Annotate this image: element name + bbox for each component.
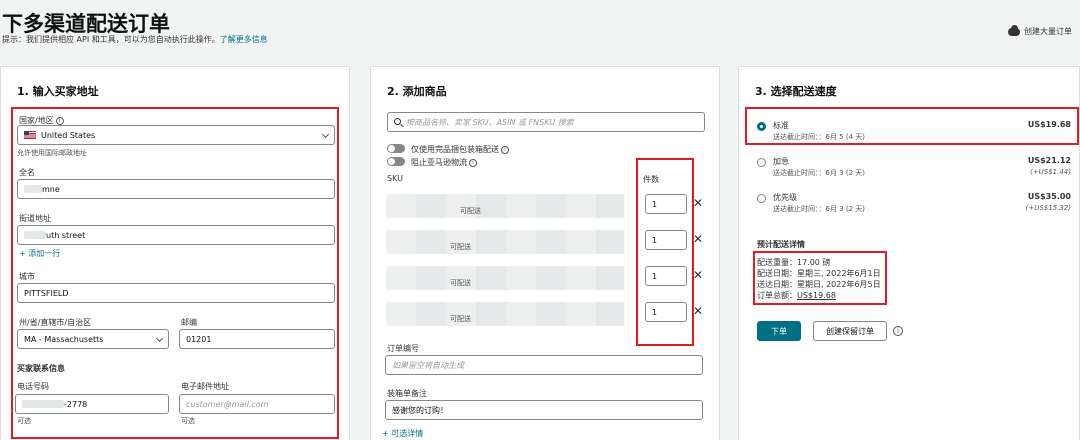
highlight-box-quantity (636, 158, 694, 346)
address-title: 1. 输入买家地址 (17, 85, 99, 98)
remove-icon[interactable]: ✕ (693, 196, 703, 210)
learn-more-link[interactable]: 了解更多信息 (220, 35, 268, 44)
shipping-title: 3. 选择配送速度 (755, 85, 837, 98)
sku-column-header: SKU (387, 174, 403, 183)
product-status: 可配送 (460, 207, 481, 215)
shipping-panel: 3. 选择配送速度 标准 送达截止时间：：6月 5 (4 天) US$19.68… (738, 66, 1080, 440)
shipping-option-expedited-radio[interactable] (757, 158, 766, 167)
create-hold-order-button[interactable]: 创建保留订单 (813, 321, 887, 341)
order-number-input[interactable]: 如果留空将自动生成 (385, 355, 703, 375)
packing-slip-note-input[interactable]: 感谢您的订购！ (385, 400, 703, 420)
toggle-complete-packaging-label: 仅使用完品捆包装箱配送 i (411, 144, 509, 155)
shipping-option-price: US$21.12 (1027, 156, 1071, 165)
add-optional-details-link[interactable]: + 可选详情 (382, 428, 423, 439)
search-icon (394, 118, 401, 125)
shipping-option-eta: 送达截止时间：：6月 3 (2 天) (773, 205, 865, 213)
product-search-input[interactable]: 按商品名称、卖家 SKU、ASIN 或 FNSKU 搜索 (387, 112, 705, 132)
toggle-block-amazon-logistics[interactable] (387, 157, 405, 166)
cloud-upload-icon (1008, 24, 1020, 36)
address-panel: 1. 输入买家地址 国家/地区 i United States 允许使用国际邮政地… (0, 66, 350, 440)
product-sku-redacted (386, 266, 624, 290)
order-number-label: 订单编号 (387, 344, 419, 353)
shipping-option-name: 加急 (773, 157, 789, 166)
highlight-box-standard-shipping (745, 107, 1079, 145)
products-title: 2. 添加商品 (387, 85, 447, 98)
product-status: 可配送 (450, 243, 471, 251)
info-icon: i (501, 145, 509, 154)
product-status: 可配送 (450, 279, 471, 287)
shipping-option-priority-radio[interactable] (757, 194, 766, 203)
page-header: 下多渠道配送订单 提示：我们提供相应 API 和工具，可以为您自动执行此操作。了… (0, 0, 1080, 60)
remove-icon[interactable]: ✕ (693, 268, 703, 282)
info-icon[interactable]: i (893, 326, 903, 336)
product-status: 可配送 (450, 315, 471, 323)
toggle-complete-packaging[interactable] (387, 144, 405, 153)
shipping-option-price: US$35.00 (1027, 192, 1071, 201)
create-bulk-orders-button[interactable]: 创建大量订单 (1008, 24, 1072, 37)
highlight-box-address (11, 107, 339, 439)
remove-icon[interactable]: ✕ (693, 304, 703, 318)
packing-slip-label: 装箱单备注 (387, 389, 427, 398)
info-icon: i (469, 158, 477, 167)
shipping-option-extra: (+US$1.44) (1030, 168, 1071, 176)
shipping-option-eta: 送达截止时间：：6月 3 (2 天) (773, 169, 865, 177)
shipping-option-name: 优先级 (773, 193, 797, 202)
highlight-box-shipping-details (753, 251, 887, 305)
product-sku-redacted (386, 230, 624, 254)
shipping-details-title: 预计配送详情 (757, 240, 805, 249)
product-sku-redacted (386, 194, 624, 218)
product-sku-redacted (386, 302, 624, 326)
toggle-block-amazon-logistics-label: 阻止亚马逊物流 i (411, 157, 477, 168)
place-order-button[interactable]: 下单 (757, 321, 801, 341)
remove-icon[interactable]: ✕ (693, 232, 703, 246)
shipping-option-extra: (+US$15.32) (1025, 204, 1071, 212)
hint-text: 提示：我们提供相应 API 和工具，可以为您自动执行此操作。了解更多信息 (2, 35, 268, 44)
